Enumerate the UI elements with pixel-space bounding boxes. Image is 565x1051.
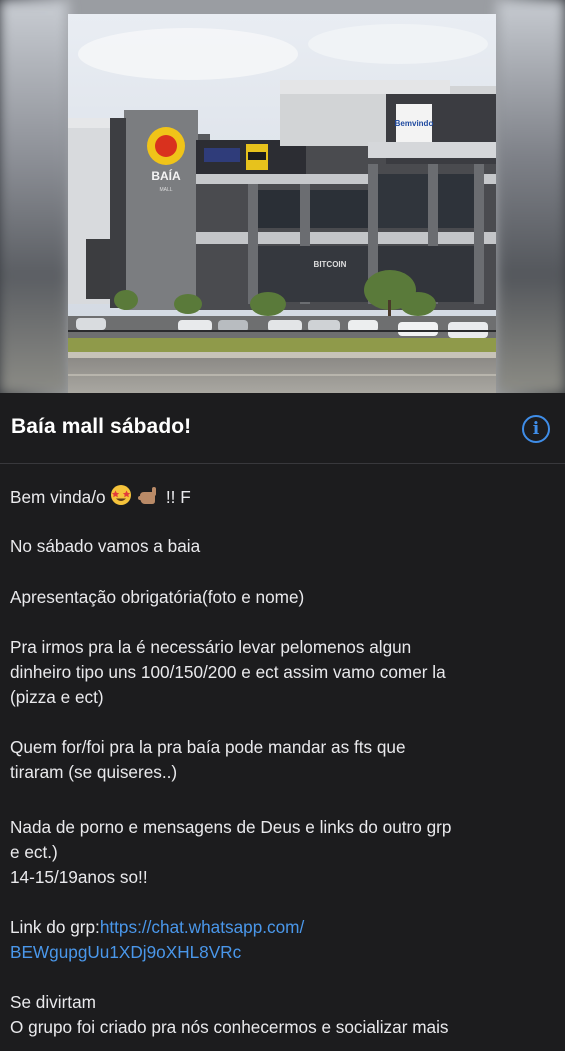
group-invite-link[interactable]: https://chat.whatsapp.com/	[100, 917, 304, 937]
intro-rule-line: Apresentação obrigatória(foto e nome)	[10, 587, 305, 607]
rules-line-2: e ect.)	[10, 842, 58, 862]
greeting-line: Bem vinda/o !! F	[10, 484, 555, 513]
mall-sign-subtext: MALL	[159, 187, 172, 193]
greeting-suffix: !! F	[165, 487, 191, 507]
info-icon[interactable]: i	[522, 415, 550, 443]
backdrop-blur-right	[497, 0, 565, 393]
group-name: Baía mall sábado!	[11, 415, 192, 438]
money-line-2: dinheiro tipo uns 100/150/200 e ect assi…	[10, 662, 446, 682]
star-struck-emoji	[110, 484, 132, 513]
group-link-line-2: BEWgupgUu1XDj9oXHL8VRc	[10, 940, 555, 965]
saturday-line: No sábado vamos a baia	[10, 536, 201, 556]
backdrop-blur-left	[0, 0, 68, 393]
store-sign-text: Bemvindo	[395, 119, 434, 128]
money-line-3: (pizza e ect)	[10, 687, 104, 707]
mall-sign-text: BAÍA	[151, 168, 181, 183]
closing-line-2: O grupo foi criado pra nós conhecermos e…	[10, 1017, 449, 1037]
rules-line-1: Nada de porno e mensagens de Deus e link…	[10, 817, 452, 837]
svg-text:BITCOIN: BITCOIN	[314, 260, 347, 269]
group-photo[interactable]: BAÍA MALL Bemvindo BITCOIN	[68, 14, 496, 393]
closing-line-1: Se divirtam	[10, 992, 96, 1012]
group-header: Baía mall sábado!	[0, 393, 565, 464]
group-link-line-1: Link do grp:https://chat.whatsapp.com/	[10, 915, 555, 940]
money-line-1: Pra irmos pra la é necessário levar pelo…	[10, 637, 412, 657]
photos-line-2: tiraram (se quiseres..)	[10, 762, 178, 782]
group-link-label: Link do grp:	[10, 917, 100, 937]
greeting-text: Bem vinda/o	[10, 487, 106, 507]
group-invite-link-continued[interactable]: BEWgupgUu1XDj9oXHL8VRc	[10, 942, 241, 962]
mall-building-image: BAÍA MALL Bemvindo BITCOIN	[68, 14, 496, 393]
call-me-hand-emoji	[137, 484, 161, 513]
rules-line-3: 14-15/19anos so!!	[10, 867, 148, 887]
group-photo-backdrop: BAÍA MALL Bemvindo BITCOIN	[0, 0, 565, 393]
photos-line-1: Quem for/foi pra la pra baía pode mandar…	[10, 737, 406, 757]
